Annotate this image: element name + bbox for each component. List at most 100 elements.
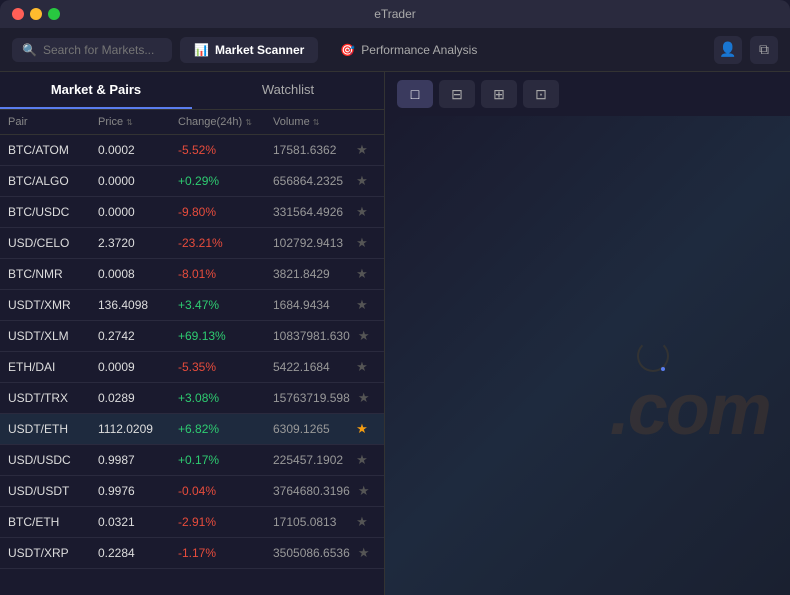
table-row[interactable]: USDT/XRP 0.2284 -1.17% 3505086.6536 ★ <box>0 538 384 569</box>
tab-watchlist[interactable]: Watchlist <box>192 72 384 109</box>
volume-value: 5422.1684 <box>273 360 348 374</box>
price-value: 0.0008 <box>98 267 178 281</box>
left-panel: Market & Pairs Watchlist Pair Price ⇅ Ch… <box>0 72 385 595</box>
table-row[interactable]: USDT/TRX 0.0289 +3.08% 15763719.598 ★ <box>0 383 384 414</box>
star-toggle[interactable]: ★ <box>350 328 378 344</box>
tab-market-pairs[interactable]: Market & Pairs <box>0 72 192 109</box>
pair-name: USDT/XRP <box>8 546 98 560</box>
star-toggle[interactable]: ★ <box>348 421 376 437</box>
tab-performance-analysis[interactable]: 🎯 Performance Analysis <box>326 37 491 63</box>
change-value: -5.52% <box>178 143 273 157</box>
user-icon: 👤 <box>719 41 736 58</box>
layout-quad-alt-button[interactable]: ⊡ <box>523 80 559 108</box>
tab-market-scanner-label: Market Scanner <box>215 43 304 57</box>
table-row[interactable]: BTC/NMR 0.0008 -8.01% 3821.8429 ★ <box>0 259 384 290</box>
price-value: 0.0321 <box>98 515 178 529</box>
layout-button[interactable]: ⧉ <box>750 36 778 64</box>
table-row[interactable]: USDT/ETH 1112.0209 +6.82% 6309.1265 ★ <box>0 414 384 445</box>
chart-background: .com <box>385 116 790 595</box>
pair-name: BTC/ETH <box>8 515 98 529</box>
layout-quad-button[interactable]: ⊞ <box>481 80 517 108</box>
star-toggle[interactable]: ★ <box>348 235 376 251</box>
star-toggle[interactable]: ★ <box>350 390 378 406</box>
close-button[interactable] <box>12 8 24 20</box>
volume-value: 102792.9413 <box>273 236 348 250</box>
star-toggle[interactable]: ★ <box>348 359 376 375</box>
price-value: 1112.0209 <box>98 422 178 436</box>
maximize-button[interactable] <box>48 8 60 20</box>
pair-name: USD/USDC <box>8 453 98 467</box>
price-value: 2.3720 <box>98 236 178 250</box>
market-scanner-icon: 📊 <box>194 43 209 57</box>
search-input[interactable] <box>43 43 162 57</box>
change-value: +69.13% <box>178 329 273 343</box>
layout-icon: ⧉ <box>759 41 769 58</box>
table-row[interactable]: USD/CELO 2.3720 -23.21% 102792.9413 ★ <box>0 228 384 259</box>
table-row[interactable]: USDT/XLM 0.2742 +69.13% 10837981.630 ★ <box>0 321 384 352</box>
pair-name: ETH/DAI <box>8 360 98 374</box>
price-value: 0.0002 <box>98 143 178 157</box>
volume-value: 10837981.630 <box>273 329 350 343</box>
change-value: -0.04% <box>178 484 273 498</box>
layout-quad-alt-icon: ⊡ <box>535 86 547 103</box>
change-value: -2.91% <box>178 515 273 529</box>
chart-toolbar: □ ⊟ ⊞ ⊡ <box>385 72 790 116</box>
table-row[interactable]: USD/USDT 0.9976 -0.04% 3764680.3196 ★ <box>0 476 384 507</box>
tab-market-scanner[interactable]: 📊 Market Scanner <box>180 37 318 63</box>
table-row[interactable]: USD/USDC 0.9987 +0.17% 225457.1902 ★ <box>0 445 384 476</box>
performance-icon: 🎯 <box>340 43 355 57</box>
pair-name: USD/USDT <box>8 484 98 498</box>
table-row[interactable]: BTC/ATOM 0.0002 -5.52% 17581.6362 ★ <box>0 135 384 166</box>
star-toggle[interactable]: ★ <box>350 483 378 499</box>
change-value: -1.17% <box>178 546 273 560</box>
window-title: eTrader <box>374 7 416 21</box>
change-value: -8.01% <box>178 267 273 281</box>
header-volume[interactable]: Volume ⇅ <box>273 116 348 128</box>
search-box[interactable]: 🔍 <box>12 38 172 62</box>
table-row[interactable]: ETH/DAI 0.0009 -5.35% 5422.1684 ★ <box>0 352 384 383</box>
change-value: -5.35% <box>178 360 273 374</box>
layout-split-h-icon: ⊟ <box>451 86 463 103</box>
pair-name: USDT/TRX <box>8 391 98 405</box>
table-row[interactable]: BTC/ETH 0.0321 -2.91% 17105.0813 ★ <box>0 507 384 538</box>
pair-name: BTC/NMR <box>8 267 98 281</box>
table-row[interactable]: USDT/XMR 136.4098 +3.47% 1684.9434 ★ <box>0 290 384 321</box>
volume-value: 15763719.598 <box>273 391 350 405</box>
minimize-button[interactable] <box>30 8 42 20</box>
user-button[interactable]: 👤 <box>714 36 742 64</box>
star-toggle[interactable]: ★ <box>348 297 376 313</box>
table-row[interactable]: BTC/ALGO 0.0000 +0.29% 656864.2325 ★ <box>0 166 384 197</box>
pair-name: USDT/ETH <box>8 422 98 436</box>
volume-value: 6309.1265 <box>273 422 348 436</box>
loading-spinner <box>637 340 669 372</box>
layout-single-button[interactable]: □ <box>397 80 433 108</box>
star-toggle[interactable]: ★ <box>348 452 376 468</box>
change-value: +0.29% <box>178 174 273 188</box>
header-change[interactable]: Change(24h) ⇅ <box>178 116 273 128</box>
layout-single-icon: □ <box>411 86 419 102</box>
price-value: 0.0289 <box>98 391 178 405</box>
star-toggle[interactable]: ★ <box>348 266 376 282</box>
star-toggle[interactable]: ★ <box>348 514 376 530</box>
search-icon: 🔍 <box>22 43 37 57</box>
star-toggle[interactable]: ★ <box>348 204 376 220</box>
panel-tabs: Market & Pairs Watchlist <box>0 72 384 110</box>
volume-value: 3505086.6536 <box>273 546 350 560</box>
layout-quad-icon: ⊞ <box>493 86 505 103</box>
change-value: -23.21% <box>178 236 273 250</box>
star-toggle[interactable]: ★ <box>350 545 378 561</box>
header-price[interactable]: Price ⇅ <box>98 116 178 128</box>
pair-name: USDT/XLM <box>8 329 98 343</box>
layout-split-h-button[interactable]: ⊟ <box>439 80 475 108</box>
star-toggle[interactable]: ★ <box>348 173 376 189</box>
volume-value: 331564.4926 <box>273 205 348 219</box>
price-value: 136.4098 <box>98 298 178 312</box>
star-toggle[interactable]: ★ <box>348 142 376 158</box>
price-value: 0.0000 <box>98 205 178 219</box>
change-value: -9.80% <box>178 205 273 219</box>
title-bar: eTrader <box>0 0 790 28</box>
header-pair: Pair <box>8 116 98 128</box>
table-row[interactable]: BTC/USDC 0.0000 -9.80% 331564.4926 ★ <box>0 197 384 228</box>
main-content: Market & Pairs Watchlist Pair Price ⇅ Ch… <box>0 72 790 595</box>
price-value: 0.9987 <box>98 453 178 467</box>
